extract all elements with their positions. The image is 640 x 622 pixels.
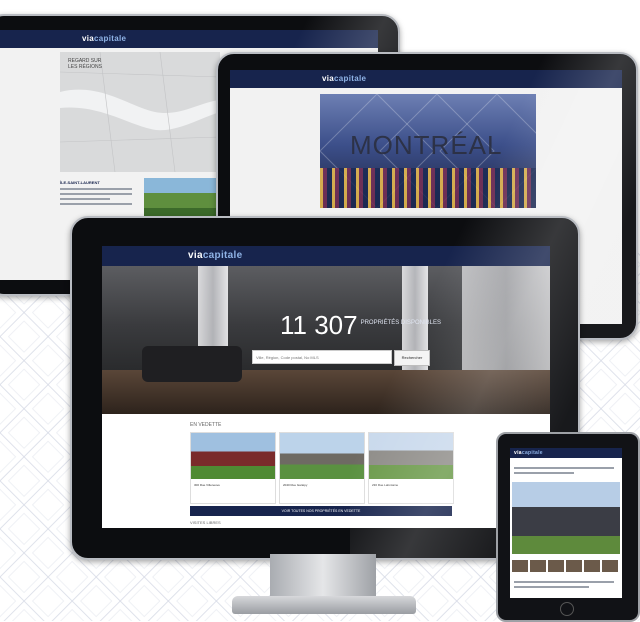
navbar: viacapitale [510,448,622,458]
text-line [60,198,111,200]
search-button[interactable]: Rechercher [394,350,430,366]
region-map[interactable]: REGARD SUR LES RÉGIONS [60,52,220,172]
listing-block[interactable]: ÎLE-SAINT-LAURENT [60,180,132,208]
property-photo [191,433,275,479]
listing-title: ÎLE-SAINT-LAURENT [60,180,100,185]
city-hero-image: MONTRÉAL [320,94,536,208]
city-lights [320,168,536,208]
listings-count: 11 307 PROPRIÉTÉS DISPONIBLES [280,310,441,340]
hero-title: MONTRÉAL [350,130,503,160]
map-graphic [60,52,220,172]
tablet-screen: viacapitale [510,448,622,598]
screen-front: viacapitale 11 307 PROPRIÉTÉS DISPONIBLES… [102,246,550,528]
property-card[interactable]: 230 Rue Lafontaine [368,432,454,504]
property-caption: 2040 Rue Gariépy [283,483,308,487]
text-line [514,586,589,588]
sofa [142,346,242,382]
see-all-featured-button[interactable]: VOIR TOUTES NOS PROPRIÉTÉS EN VEDETTE [190,506,452,516]
property-caption: 230 Rue Lafontaine [372,483,399,487]
navbar: viacapitale [230,70,622,88]
map-title: REGARD SUR LES RÉGIONS [68,58,102,70]
monitor-stand [270,554,376,598]
thumbnail-strip[interactable] [512,560,620,572]
section-label: VISITES LIBRES [190,520,221,525]
featured-cards: 300 Rue Villeneuve 2040 Rue Gariépy 230 … [190,432,454,504]
tablet: viacapitale [496,432,640,622]
tablet-text [514,464,614,477]
navbar: viacapitale [0,30,378,48]
home-button-icon[interactable] [560,602,574,616]
brand-logo[interactable]: viacapitale [514,450,543,456]
brand-logo[interactable]: viacapitale [188,250,242,261]
hero-banner: 11 307PROPRIÉTÉS DISPONIBLES Rechercher [102,266,550,414]
search-input[interactable] [252,350,392,364]
text-line [514,472,574,474]
brand-logo[interactable]: viacapitale [322,74,366,83]
text-line [60,203,132,205]
property-photo [369,433,453,479]
property-photo [280,433,364,479]
monitor-base [232,596,416,614]
property-card[interactable]: 300 Rue Villeneuve [190,432,276,504]
tablet-text [514,578,614,591]
property-caption: 300 Rue Villeneuve [194,483,220,487]
brand-logo[interactable]: viacapitale [82,34,126,43]
property-card[interactable]: 2040 Rue Gariépy [279,432,365,504]
property-photo[interactable] [512,482,620,554]
text-line [60,188,132,190]
text-line [60,193,132,195]
text-line [514,467,614,469]
featured-label: EN VEDETTE [190,422,222,428]
navbar: viacapitale [102,246,550,266]
text-line [514,581,614,583]
